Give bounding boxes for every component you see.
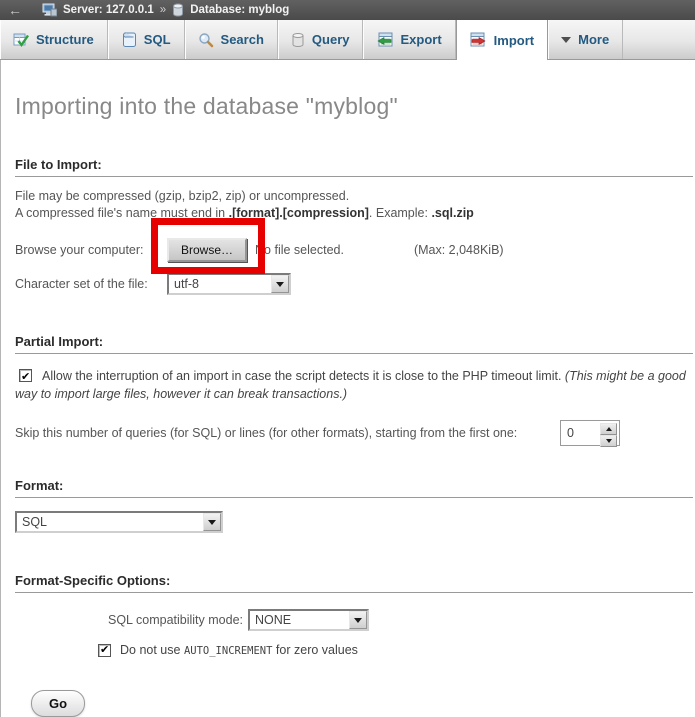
browse-label: Browse your computer: [15, 243, 167, 257]
structure-icon [13, 32, 29, 48]
format-select[interactable]: SQL [15, 511, 223, 533]
database-icon [172, 3, 184, 17]
tab-label: Query [312, 32, 350, 47]
sql-compatibility-row: SQL compatibility mode: NONE [15, 608, 693, 632]
tab-query[interactable]: Query [278, 20, 364, 59]
tab-label: Search [221, 32, 264, 47]
skip-queries-input[interactable]: 0 [560, 420, 620, 446]
section-heading-options: Format-Specific Options: [15, 573, 693, 593]
section-heading-format: Format: [15, 478, 693, 498]
query-icon [291, 32, 305, 48]
sql-icon [121, 32, 137, 48]
tab-more[interactable]: More [548, 20, 623, 59]
max-size-text: (Max: 2,048KiB) [414, 243, 504, 257]
auto-increment-label: Do not use AUTO_INCREMENT for zero value… [120, 643, 358, 657]
allow-interruption-row: Allow the interruption of an import in c… [15, 367, 693, 403]
spinner-up-button[interactable] [600, 423, 617, 435]
autoinc-prefix: Do not use [120, 643, 184, 657]
sql-compatibility-value: NONE [250, 611, 349, 629]
breadcrumb-server[interactable]: Server: 127.0.0.1 [63, 4, 154, 16]
import-icon [470, 32, 487, 48]
allow-interruption-label: Allow the interruption of an import in c… [42, 369, 565, 383]
name-rule-mid: . Example: [369, 206, 432, 220]
tab-sql[interactable]: SQL [108, 20, 185, 59]
skip-queries-label: Skip this number of queries (for SQL) or… [15, 426, 517, 440]
tab-export[interactable]: Export [363, 20, 455, 59]
format-selected-value: SQL [17, 513, 203, 531]
export-icon [376, 32, 393, 48]
charset-label: Character set of the file: [15, 277, 167, 291]
no-file-text: No file selected. [255, 243, 344, 257]
section-heading-partial: Partial Import: [15, 334, 693, 354]
left-arrow-icon[interactable]: ← [8, 3, 22, 17]
number-spinner [600, 423, 617, 443]
tab-label: More [578, 32, 609, 47]
sql-compatibility-select[interactable]: NONE [248, 609, 369, 631]
compress-hint: File may be compressed (gzip, bzip2, zip… [15, 189, 349, 203]
skip-queries-value: 0 [563, 423, 600, 443]
file-hint-text: File may be compressed (gzip, bzip2, zip… [15, 188, 693, 222]
spinner-down-button[interactable] [600, 435, 617, 447]
breadcrumb-separator: » [160, 4, 166, 16]
dropdown-arrow-icon[interactable] [349, 611, 367, 629]
tab-search[interactable]: Search [185, 20, 278, 59]
dropdown-arrow-icon[interactable] [271, 275, 289, 293]
tab-label: Structure [36, 32, 94, 47]
file-upload-row: Browse your computer: Browse… No file se… [15, 237, 693, 263]
page-title: Importing into the database "myblog" [15, 60, 693, 120]
server-icon [42, 3, 57, 17]
charset-selected-value: utf-8 [169, 275, 271, 293]
allow-interruption-checkbox[interactable] [19, 369, 32, 382]
tab-structure[interactable]: Structure [0, 20, 108, 59]
search-icon [198, 32, 214, 48]
auto-increment-checkbox[interactable] [98, 644, 111, 657]
name-rule-example: .sql.zip [431, 206, 473, 220]
format-select-row: SQL [15, 511, 693, 533]
autoinc-code: AUTO_INCREMENT [184, 645, 273, 657]
browse-button[interactable]: Browse… [167, 238, 247, 262]
dropdown-arrow-icon[interactable] [203, 513, 221, 531]
sql-compatibility-label: SQL compatibility mode: [15, 613, 243, 627]
chevron-down-icon [561, 37, 571, 48]
skip-queries-row: Skip this number of queries (for SQL) or… [15, 420, 693, 446]
name-rule-pattern: .[format].[compression] [229, 206, 369, 220]
breadcrumb-database[interactable]: Database: myblog [190, 4, 289, 16]
auto-increment-row: Do not use AUTO_INCREMENT for zero value… [98, 643, 693, 657]
charset-select[interactable]: utf-8 [167, 273, 291, 295]
tab-bar: Structure SQL Search Query [0, 20, 695, 60]
go-button[interactable]: Go [31, 690, 85, 717]
autoinc-suffix: for zero values [272, 643, 357, 657]
name-rule-prefix: A compressed file's name must end in [15, 206, 229, 220]
tab-import[interactable]: Import [456, 20, 548, 60]
section-heading-file: File to Import: [15, 157, 693, 177]
import-page: Importing into the database "myblog" Fil… [0, 60, 695, 717]
tab-label: Import [494, 33, 534, 48]
charset-row: Character set of the file: utf-8 [15, 272, 693, 296]
breadcrumb-bar: ← Server: 127.0.0.1 » Database: myblog [0, 0, 695, 20]
tab-label: Export [400, 32, 441, 47]
tab-label: SQL [144, 32, 171, 47]
